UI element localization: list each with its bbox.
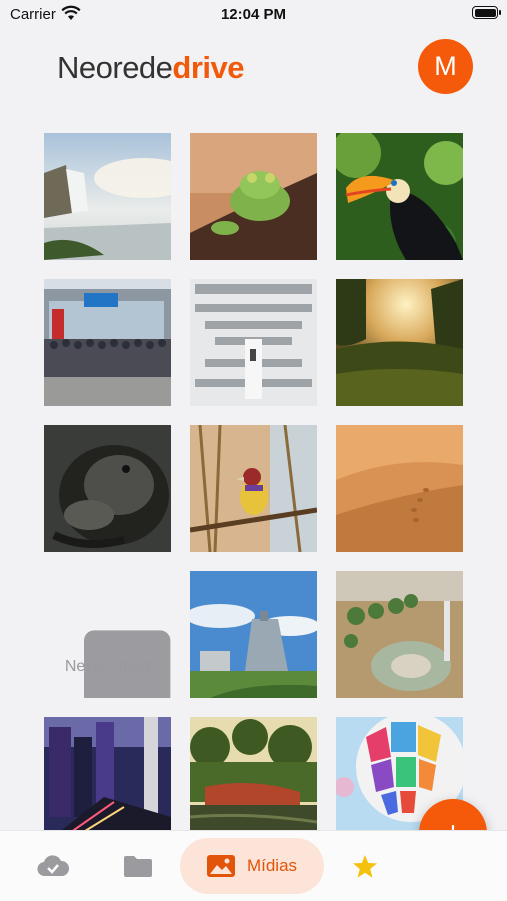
app-logo: Neorededrive bbox=[57, 50, 245, 86]
media-thumbnail-toucan[interactable] bbox=[336, 133, 463, 260]
tab-favorites[interactable] bbox=[334, 838, 396, 894]
tab-files[interactable] bbox=[22, 838, 84, 894]
bottom-tab-bar: Mídias bbox=[0, 830, 507, 901]
media-thumbnail-modern-building[interactable] bbox=[190, 571, 317, 698]
media-thumbnail-waterfall[interactable] bbox=[44, 133, 171, 260]
logo-text-drive: drive bbox=[172, 50, 245, 85]
image-icon bbox=[206, 855, 235, 877]
media-thumbnail-city-plaza[interactable] bbox=[336, 571, 463, 698]
status-bar: Carrier 12:04 PM bbox=[0, 0, 507, 30]
video-camera-icon bbox=[84, 630, 171, 698]
cloud-check-icon bbox=[37, 855, 69, 877]
logo-text-neorede: Neorede bbox=[57, 50, 173, 85]
folder-icon bbox=[124, 856, 152, 877]
media-video-item[interactable]: Nextc...mp4 bbox=[44, 571, 171, 698]
tab-media[interactable]: Mídias bbox=[180, 838, 324, 894]
star-icon bbox=[353, 854, 377, 878]
media-thumbnail-desert[interactable] bbox=[336, 425, 463, 552]
video-filename: Nextc...mp4 bbox=[64, 658, 151, 675]
media-thumbnail-park-lake[interactable] bbox=[190, 717, 317, 844]
media-thumbnail-library[interactable] bbox=[190, 279, 317, 406]
battery-icon bbox=[472, 6, 501, 19]
media-thumbnail-frog[interactable] bbox=[190, 133, 317, 260]
tab-folders[interactable] bbox=[107, 838, 169, 894]
media-thumbnail-city-night[interactable] bbox=[44, 717, 171, 844]
tab-media-label: Mídias bbox=[246, 856, 298, 875]
media-thumbnail-finch[interactable] bbox=[190, 425, 317, 552]
user-avatar[interactable]: M bbox=[418, 39, 473, 94]
media-thumbnail-group-photo[interactable] bbox=[44, 279, 171, 406]
media-thumbnail-gorilla[interactable] bbox=[44, 425, 171, 552]
status-time: 12:04 PM bbox=[220, 6, 287, 23]
media-thumbnail-sunset-field[interactable] bbox=[336, 279, 463, 406]
